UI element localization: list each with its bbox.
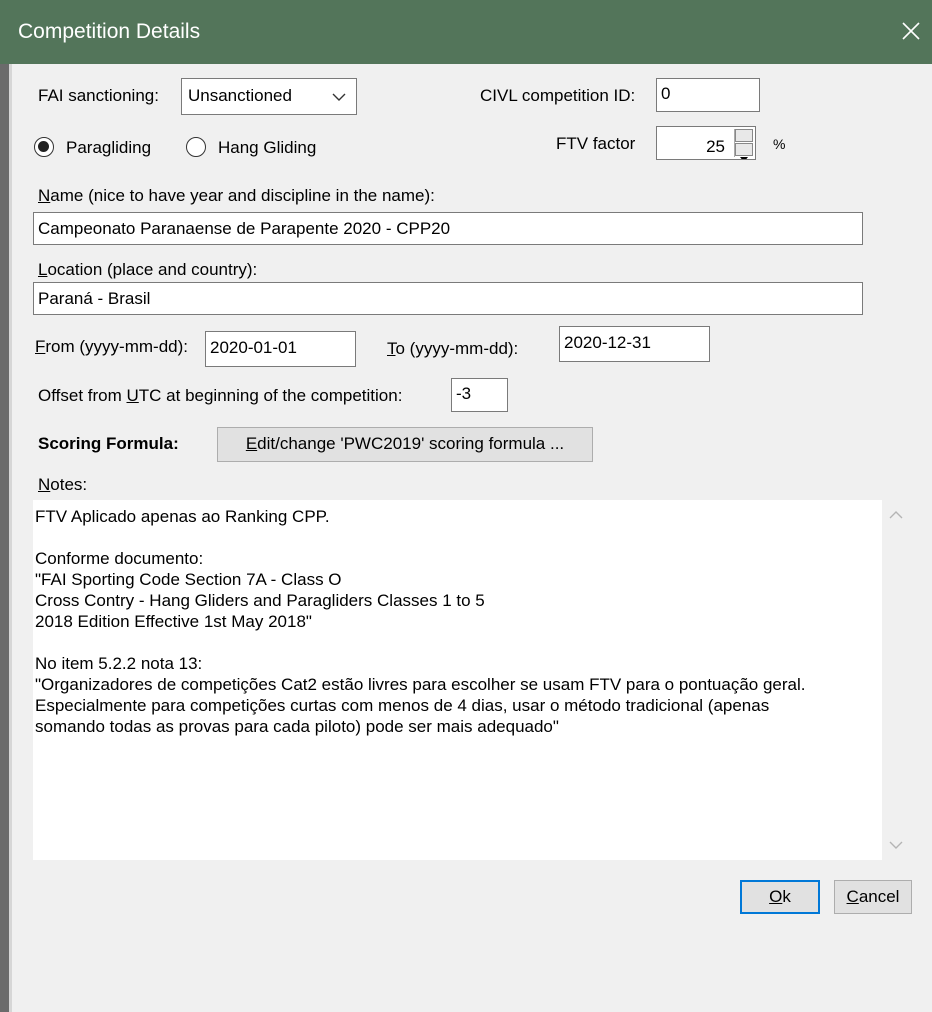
name-label: Name (nice to have year and discipline i… bbox=[38, 186, 435, 205]
hang-gliding-label[interactable]: Hang Gliding bbox=[218, 138, 316, 158]
chevron-down-icon bbox=[332, 93, 346, 101]
cancel-button[interactable]: Cancel bbox=[834, 880, 912, 914]
spin-down-button[interactable] bbox=[735, 143, 753, 159]
background-window-edge bbox=[0, 64, 9, 1012]
name-field[interactable]: Campeonato Paranaense de Parapente 2020 … bbox=[33, 212, 863, 245]
ftv-factor-value: 25 bbox=[706, 137, 725, 156]
notes-scrollbar[interactable] bbox=[882, 500, 910, 860]
radio-selected-dot bbox=[38, 141, 49, 152]
spinner-buttons bbox=[734, 129, 753, 159]
scroll-up-icon[interactable] bbox=[889, 510, 903, 520]
fai-sanctioning-value: Unsanctioned bbox=[188, 86, 292, 105]
hang-gliding-radio[interactable] bbox=[186, 137, 206, 157]
dialog-border bbox=[9, 64, 12, 1012]
edit-scoring-formula-button[interactable]: Edit/change 'PWC2019' scoring formula ..… bbox=[217, 427, 593, 462]
paragliding-label[interactable]: Paragliding bbox=[66, 138, 151, 158]
paragliding-radio[interactable] bbox=[34, 137, 54, 157]
ftv-unit-label: % bbox=[773, 136, 786, 152]
window-title: Competition Details bbox=[18, 20, 201, 43]
location-label: Location (place and country): bbox=[38, 260, 258, 279]
spin-up-button[interactable] bbox=[735, 129, 753, 148]
to-date-label: To (yyyy-mm-dd): bbox=[387, 339, 519, 358]
ftv-factor-label: FTV factor bbox=[556, 134, 636, 153]
fai-sanctioning-label: FAI sanctioning: bbox=[38, 86, 159, 105]
ok-button[interactable]: Ok bbox=[740, 880, 820, 914]
close-button[interactable] bbox=[888, 10, 932, 54]
location-field[interactable]: Paraná - Brasil bbox=[33, 282, 863, 315]
civl-id-field[interactable]: 0 bbox=[656, 78, 760, 112]
notes-label: Notes: bbox=[38, 475, 88, 494]
civl-id-label: CIVL competition ID: bbox=[480, 86, 636, 105]
from-date-field[interactable]: 2020-01-01 bbox=[205, 331, 356, 367]
from-date-label: From (yyyy-mm-dd): bbox=[35, 337, 188, 356]
fai-sanctioning-select[interactable]: Unsanctioned bbox=[181, 78, 357, 115]
utc-offset-field[interactable]: -3 bbox=[451, 378, 508, 412]
utc-offset-label: Offset from UTC at beginning of the comp… bbox=[38, 386, 403, 405]
notes-textarea[interactable]: FTV Aplicado apenas ao Ranking CPP. Conf… bbox=[33, 500, 882, 860]
caret-down-icon bbox=[740, 157, 748, 159]
close-icon bbox=[902, 22, 920, 40]
ftv-factor-spinner[interactable]: 25 bbox=[656, 126, 756, 160]
scroll-down-icon[interactable] bbox=[889, 840, 903, 850]
to-date-field[interactable]: 2020-12-31 bbox=[559, 326, 710, 362]
notes-text: FTV Aplicado apenas ao Ranking CPP. Conf… bbox=[35, 507, 806, 736]
scoring-formula-label: Scoring Formula: bbox=[38, 434, 179, 453]
